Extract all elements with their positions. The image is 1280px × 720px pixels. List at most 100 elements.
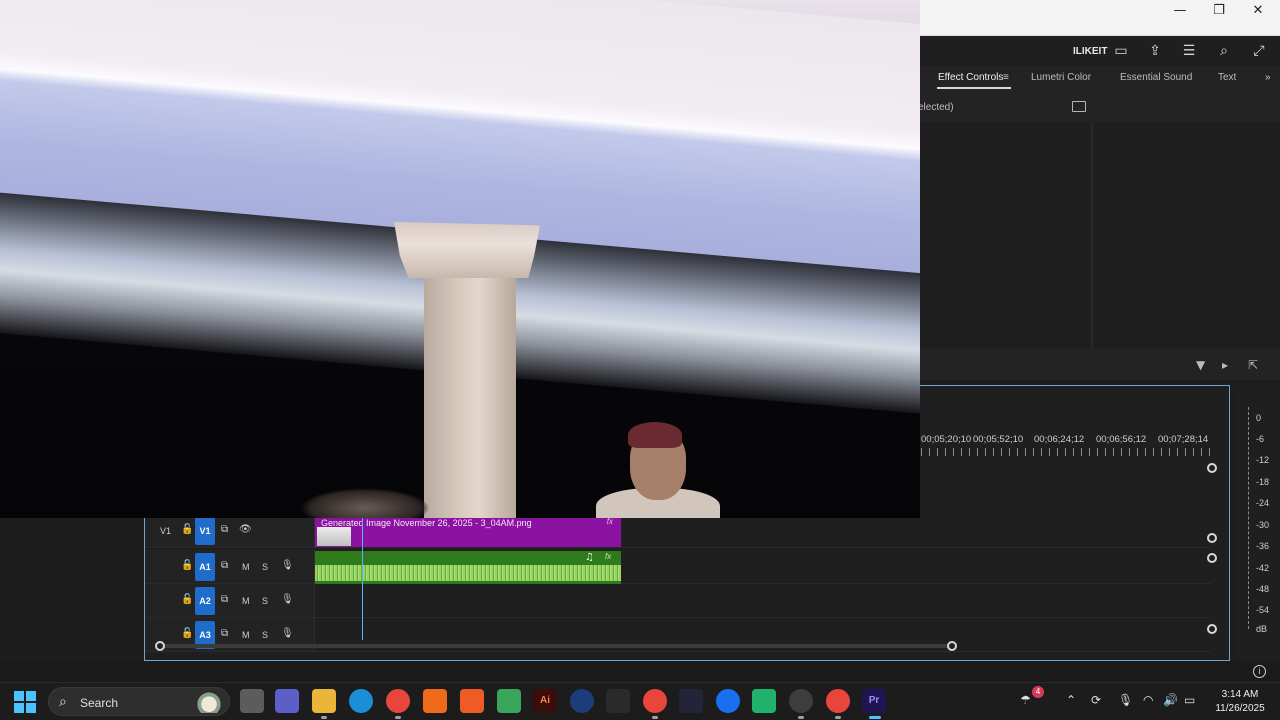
chat-app-icon[interactable] bbox=[752, 689, 776, 713]
audio-scroll-handle-top[interactable] bbox=[1207, 553, 1217, 563]
track-target-a1[interactable]: A1 bbox=[195, 553, 215, 581]
wifi-icon[interactable]: ◠ bbox=[1143, 693, 1153, 707]
microphone-icon[interactable]: 🎙 bbox=[281, 628, 294, 639]
vertical-scroll-handle-top[interactable] bbox=[1207, 463, 1217, 473]
sync-lock-icon[interactable]: ⧉ bbox=[221, 594, 228, 605]
tab-effect-controls[interactable]: Effect Controls bbox=[938, 72, 1003, 83]
close-button[interactable]: ✕ bbox=[1238, 0, 1278, 20]
maximize-button[interactable]: ❐ bbox=[1199, 0, 1239, 20]
tab-text[interactable]: Text bbox=[1218, 72, 1236, 83]
play-audio-icon[interactable]: ▸ bbox=[1222, 358, 1228, 372]
teamviewer-icon[interactable] bbox=[570, 689, 594, 713]
inactive-app-icon[interactable] bbox=[606, 689, 630, 713]
time-ruler[interactable] bbox=[921, 448, 1211, 456]
filter-icon[interactable]: ▼ bbox=[1196, 358, 1205, 372]
solo-button[interactable]: S bbox=[262, 596, 268, 606]
clock[interactable]: 3:14 AM 11/26/2025 bbox=[1204, 688, 1276, 716]
tab-essential-sound[interactable]: Essential Sound bbox=[1120, 72, 1192, 83]
zoom-search-icon[interactable]: ⌕ bbox=[1215, 42, 1233, 60]
file-explorer-icon[interactable] bbox=[312, 689, 336, 713]
search-icon: ⌕ bbox=[59, 694, 67, 710]
tab-lumetri-color[interactable]: Lumetri Color bbox=[1031, 72, 1091, 83]
minimize-button[interactable]: — bbox=[1160, 0, 1200, 20]
chrome-profile-icon[interactable] bbox=[643, 689, 667, 713]
source-patch-v1[interactable]: V1 bbox=[160, 526, 171, 536]
workspace-label[interactable]: ILIKEIT bbox=[1073, 46, 1107, 57]
sync-lock-icon[interactable]: ⧉ bbox=[221, 628, 228, 639]
lock-app-icon[interactable] bbox=[497, 689, 521, 713]
brave-icon[interactable] bbox=[460, 689, 484, 713]
premiere-pro-icon[interactable]: Pr bbox=[862, 689, 886, 713]
obs-icon[interactable] bbox=[789, 689, 813, 713]
status-bar: i bbox=[0, 661, 1280, 682]
sync-icon[interactable]: ⟳ bbox=[1091, 693, 1101, 707]
sync-lock-icon[interactable]: ⧉ bbox=[221, 560, 228, 571]
search-label: Search bbox=[80, 696, 119, 710]
active-tab-indicator bbox=[937, 87, 1011, 89]
vertical-scroll-handle-bottom[interactable] bbox=[1207, 533, 1217, 543]
more-tabs-icon[interactable]: » bbox=[1265, 72, 1271, 83]
mute-button[interactable]: M bbox=[242, 630, 250, 640]
video-clip[interactable]: Generated Image November 26, 2025 - 3_04… bbox=[315, 517, 621, 547]
hscroll-handle-right[interactable] bbox=[947, 641, 957, 651]
info-icon[interactable]: i bbox=[1253, 665, 1266, 678]
menu-icon[interactable]: ☰ bbox=[1180, 42, 1198, 60]
taskbar: ⌕ Search Ai Pr ☂ 4 ⌃ ⟳ 🎙 ◠ 🔊 ▭ 3:14 AM 1… bbox=[0, 682, 1280, 720]
microphone-icon[interactable]: 🎙 bbox=[1118, 693, 1133, 707]
app-f-icon[interactable] bbox=[423, 689, 447, 713]
tab-menu-icon[interactable]: ≡ bbox=[1003, 72, 1009, 83]
solo-button[interactable]: S bbox=[262, 630, 268, 640]
toggle-timeline-icon[interactable] bbox=[1072, 101, 1086, 112]
active-indicator bbox=[869, 716, 881, 719]
chrome-icon[interactable] bbox=[386, 689, 410, 713]
fullscreen-icon[interactable]: ⤢ bbox=[1250, 42, 1268, 60]
taskbar-search[interactable]: ⌕ Search bbox=[48, 687, 230, 716]
lock-icon[interactable]: 🔓 bbox=[181, 524, 193, 535]
edge-icon[interactable] bbox=[349, 689, 373, 713]
microphone-icon[interactable]: 🎙 bbox=[281, 594, 294, 605]
affinity-icon[interactable] bbox=[679, 689, 703, 713]
teams-icon[interactable] bbox=[275, 689, 299, 713]
chrome-profile-e-icon[interactable] bbox=[826, 689, 850, 713]
task-view-icon[interactable] bbox=[240, 689, 264, 713]
chevron-up-icon[interactable]: ⌃ bbox=[1066, 693, 1076, 707]
track-target-v1[interactable]: V1 bbox=[195, 517, 215, 545]
lock-icon[interactable]: 🔓 bbox=[181, 594, 193, 605]
mute-button[interactable]: M bbox=[242, 596, 250, 606]
share-icon[interactable]: ⇪ bbox=[1146, 42, 1164, 60]
hscroll-handle-left[interactable] bbox=[155, 641, 165, 651]
export-icon[interactable]: ⇱ bbox=[1248, 358, 1258, 372]
track-a2: 🔓 A2 ⧉ M S 🎙 bbox=[145, 584, 1211, 618]
screen: — ❐ ✕ ILIKEIT ▭ ⇪ ☰ ⌕ ⤢ Effect Controls … bbox=[0, 0, 1280, 720]
app-store-icon[interactable] bbox=[716, 689, 740, 713]
solo-button[interactable]: S bbox=[262, 562, 268, 572]
panel-layout-icon[interactable]: ▭ bbox=[1112, 42, 1130, 60]
start-button[interactable] bbox=[14, 691, 36, 713]
audio-clip[interactable]: ♫ fx bbox=[315, 551, 621, 584]
illustrator-icon[interactable]: Ai bbox=[533, 689, 557, 713]
microphone-icon[interactable]: 🎙 bbox=[281, 560, 294, 571]
lock-icon[interactable]: 🔓 bbox=[181, 560, 193, 571]
minimize-icon: — bbox=[1173, 2, 1187, 18]
track-target-a2[interactable]: A2 bbox=[195, 587, 215, 615]
windows-logo-icon bbox=[26, 691, 36, 701]
windows-logo-icon bbox=[14, 691, 24, 701]
eye-icon[interactable]: 👁 bbox=[239, 524, 252, 535]
audio-scroll-handle-bottom[interactable] bbox=[1207, 624, 1217, 634]
volume-icon[interactable]: 🔊 bbox=[1163, 693, 1178, 707]
sync-lock-icon[interactable]: ⧉ bbox=[221, 524, 228, 535]
horizontal-scrollbar[interactable] bbox=[155, 641, 1211, 651]
effect-keyframe-area bbox=[1094, 122, 1280, 348]
ruler-time-2: 00;05;52;10 bbox=[973, 434, 1024, 445]
playhead[interactable] bbox=[362, 514, 363, 640]
mute-button[interactable]: M bbox=[242, 562, 250, 572]
running-indicator bbox=[798, 716, 804, 719]
weather-icon[interactable]: ☂ bbox=[1020, 693, 1031, 707]
lock-icon[interactable]: 🔓 bbox=[181, 628, 193, 639]
running-indicator bbox=[835, 716, 841, 719]
battery-icon[interactable]: ▭ bbox=[1184, 693, 1195, 707]
ruler-time-4: 00;06;56;12 bbox=[1096, 434, 1147, 445]
meter-label: -54 bbox=[1256, 605, 1270, 615]
music-note-icon: ♫ bbox=[585, 552, 594, 563]
track-header-v1: V1 🔓 V1 ⧉ 👁 bbox=[145, 514, 315, 547]
